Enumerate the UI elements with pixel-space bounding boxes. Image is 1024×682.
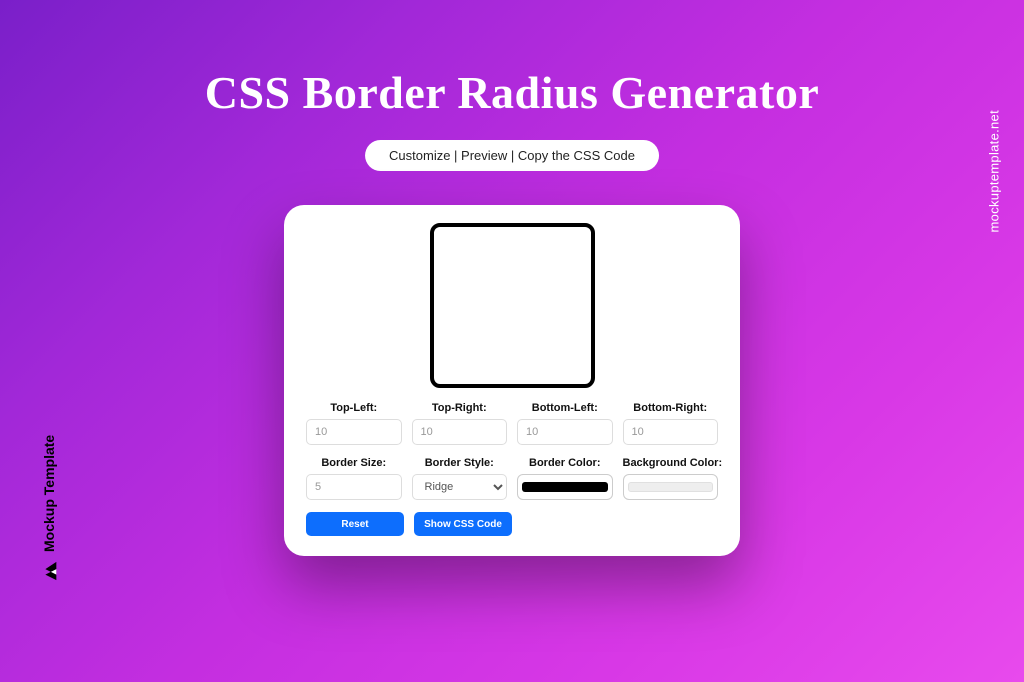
label-border-style: Border Style: <box>412 457 508 469</box>
control-border-size: Border Size: <box>306 457 402 500</box>
control-bottom-right: Bottom-Right: <box>623 402 719 445</box>
page-title: CSS Border Radius Generator <box>205 66 820 119</box>
style-controls-row: Border Size: Border Style: Ridge Border … <box>306 457 718 500</box>
swatch-background-color <box>628 482 714 492</box>
preview-box <box>430 223 595 388</box>
label-top-left: Top-Left: <box>306 402 402 414</box>
label-top-right: Top-Right: <box>412 402 508 414</box>
label-bottom-left: Bottom-Left: <box>517 402 613 414</box>
show-css-button[interactable]: Show CSS Code <box>414 512 512 536</box>
preview-area <box>306 223 718 388</box>
control-top-right: Top-Right: <box>412 402 508 445</box>
picker-background-color[interactable] <box>623 474 719 500</box>
generator-card: Top-Left: Top-Right: Bottom-Left: Bottom… <box>284 205 740 556</box>
control-bottom-left: Bottom-Left: <box>517 402 613 445</box>
picker-border-color[interactable] <box>517 474 613 500</box>
watermark-right: mockuptemplate.net <box>986 110 1001 232</box>
input-bottom-right[interactable] <box>623 419 719 445</box>
watermark-left-text: Mockup Template <box>41 435 57 552</box>
logo-icon <box>38 560 60 582</box>
label-bottom-right: Bottom-Right: <box>623 402 719 414</box>
input-top-right[interactable] <box>412 419 508 445</box>
control-border-color: Border Color: <box>517 457 613 500</box>
swatch-border-color <box>522 482 608 492</box>
control-background-color: Background Color: <box>623 457 719 500</box>
watermark-left: Mockup Template <box>38 435 60 582</box>
subtitle-pill: Customize | Preview | Copy the CSS Code <box>365 140 659 171</box>
input-bottom-left[interactable] <box>517 419 613 445</box>
input-border-size[interactable] <box>306 474 402 500</box>
select-border-style[interactable]: Ridge <box>412 474 508 500</box>
label-background-color: Background Color: <box>623 457 719 469</box>
label-border-size: Border Size: <box>306 457 402 469</box>
reset-button[interactable]: Reset <box>306 512 404 536</box>
radius-controls-row: Top-Left: Top-Right: Bottom-Left: Bottom… <box>306 402 718 445</box>
control-top-left: Top-Left: <box>306 402 402 445</box>
control-border-style: Border Style: Ridge <box>412 457 508 500</box>
label-border-color: Border Color: <box>517 457 613 469</box>
buttons-row: Reset Show CSS Code <box>306 512 718 536</box>
input-top-left[interactable] <box>306 419 402 445</box>
